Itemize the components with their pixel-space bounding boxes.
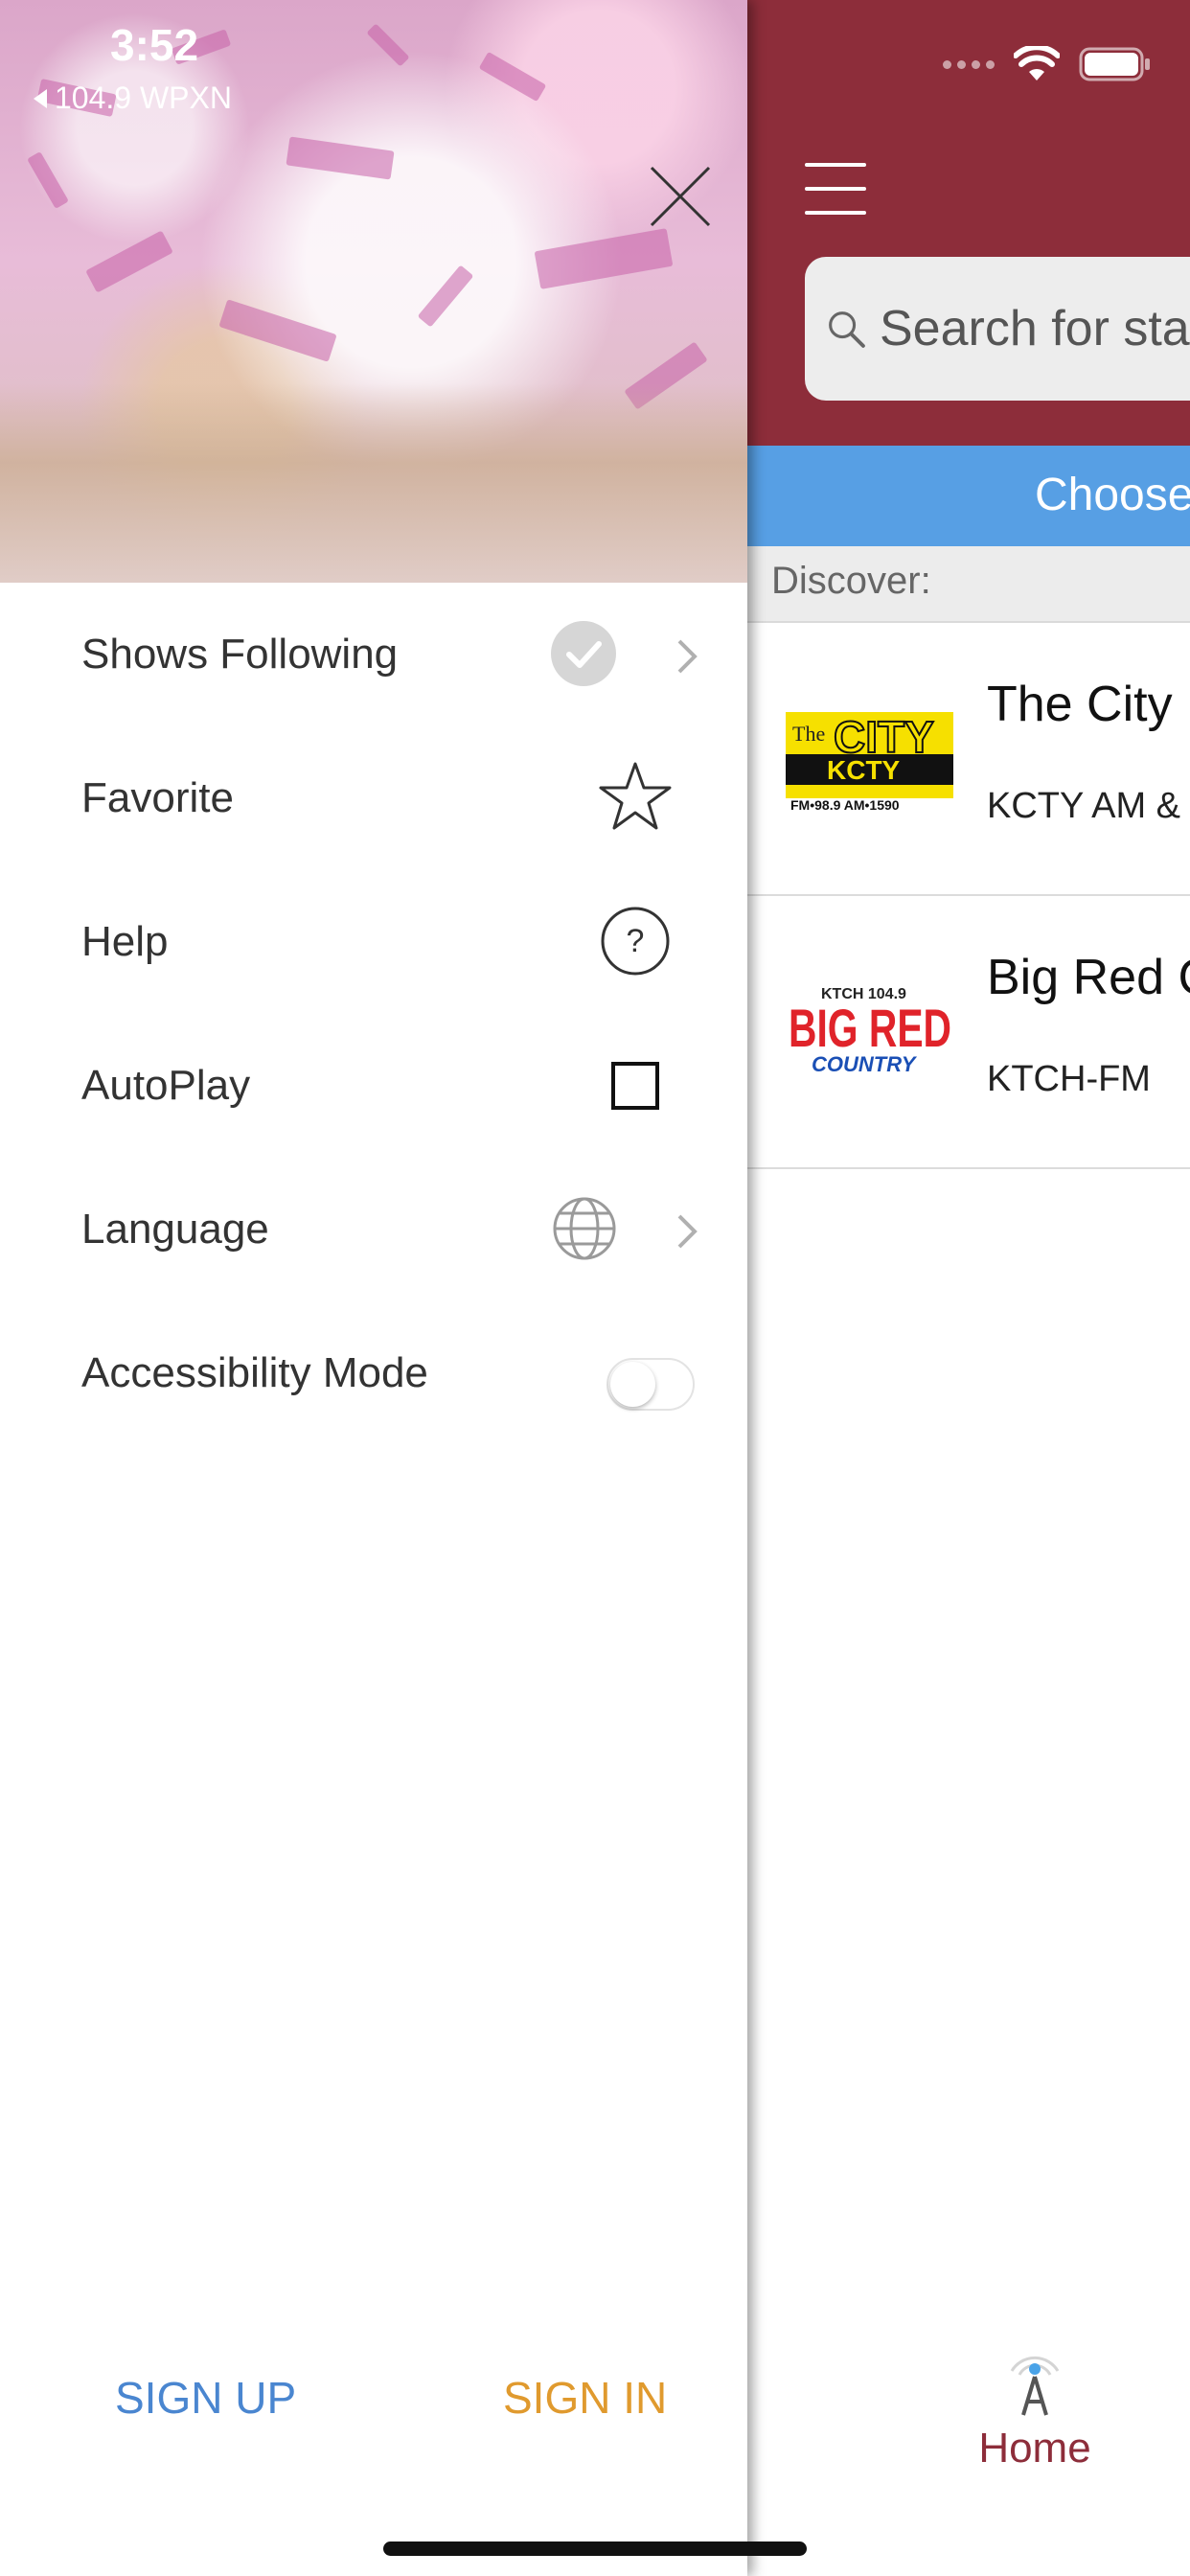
wifi-icon: [1014, 46, 1060, 80]
sign-up-button[interactable]: SIGN UP: [115, 2372, 296, 2424]
check-circle-icon: [551, 621, 616, 686]
main-screen: Choose Discover: The CITY KCTY FM•98.9 A…: [747, 0, 1190, 2576]
toggle-knob: [610, 1362, 655, 1407]
menu-item-label: Accessibility Mode: [81, 1349, 428, 1396]
menu-item-language[interactable]: Language: [0, 1158, 747, 1301]
drawer-header-image: 3:52 104.9 WPXN: [0, 0, 747, 583]
svg-text:?: ?: [627, 923, 645, 959]
search-icon: [829, 311, 865, 348]
discover-section-header: Discover:: [747, 546, 1190, 623]
side-drawer: 3:52 104.9 WPXN Shows Following Favorite: [0, 0, 747, 2576]
svg-text:The: The: [792, 722, 825, 746]
menu-item-label: Language: [81, 1206, 269, 1253]
menu-item-favorite[interactable]: Favorite: [0, 726, 747, 870]
search-input[interactable]: [878, 299, 1190, 358]
cellular-signal-icon: [943, 59, 995, 69]
station-row-ktch[interactable]: KTCH 104.9 BIG RED COUNTRY Big Red C KTC…: [747, 896, 1190, 1169]
station-logo-kcty: The CITY KCTY FM•98.9 AM•1590: [781, 695, 958, 815]
svg-text:COUNTRY: COUNTRY: [812, 1052, 918, 1076]
discover-label: Discover:: [771, 560, 931, 602]
svg-text:FM•98.9 AM•1590: FM•98.9 AM•1590: [790, 797, 900, 813]
app-header: [747, 0, 1190, 446]
chevron-right-icon: [677, 1214, 698, 1249]
home-indicator: [383, 2542, 807, 2556]
radio-tower-icon: [1010, 2356, 1060, 2416]
menu-item-autoplay[interactable]: AutoPlay: [0, 1014, 747, 1158]
choose-label: Choose: [1035, 470, 1190, 520]
status-time: 3:52: [110, 20, 199, 70]
station-call-sign: KCTY AM &: [987, 786, 1181, 826]
svg-text:BIG RED: BIG RED: [789, 998, 951, 1058]
accessibility-mode-toggle[interactable]: [606, 1358, 695, 1411]
sign-in-button[interactable]: SIGN IN: [503, 2372, 667, 2424]
menu-item-shows-following[interactable]: Shows Following: [0, 583, 747, 726]
question-circle-icon: ?: [601, 907, 670, 976]
menu-item-label: Favorite: [81, 774, 234, 821]
station-call-sign: KTCH-FM: [987, 1059, 1151, 1099]
chevron-right-icon: [677, 639, 698, 674]
tab-home[interactable]: Home: [968, 2338, 1102, 2482]
station-logo-ktch: KTCH 104.9 BIG RED COUNTRY: [781, 968, 958, 1088]
menu-icon[interactable]: [805, 163, 866, 215]
status-icons: [943, 46, 1152, 82]
battery-icon: [1079, 47, 1150, 81]
star-icon: [599, 762, 672, 830]
globe-icon: [553, 1197, 616, 1260]
choose-station-bar[interactable]: Choose: [747, 446, 1190, 546]
menu-item-label: Help: [81, 918, 169, 965]
menu-item-help[interactable]: Help ?: [0, 870, 747, 1014]
checkbox-icon[interactable]: [611, 1062, 659, 1110]
station-name: Big Red C: [987, 950, 1190, 1005]
menu-item-label: Shows Following: [81, 631, 399, 678]
close-icon[interactable]: [647, 163, 714, 230]
search-bar[interactable]: [805, 257, 1190, 401]
back-to-app-link[interactable]: 104.9 WPXN: [34, 80, 232, 116]
svg-text:KCTY: KCTY: [827, 755, 901, 785]
station-row-kcty[interactable]: The CITY KCTY FM•98.9 AM•1590 The City K…: [747, 623, 1190, 896]
menu-item-label: AutoPlay: [81, 1062, 251, 1109]
back-arrow-icon: [34, 88, 47, 108]
tab-home-label: Home: [978, 2425, 1091, 2472]
back-app-label: 104.9 WPXN: [55, 80, 232, 115]
station-name: The City: [987, 677, 1173, 732]
